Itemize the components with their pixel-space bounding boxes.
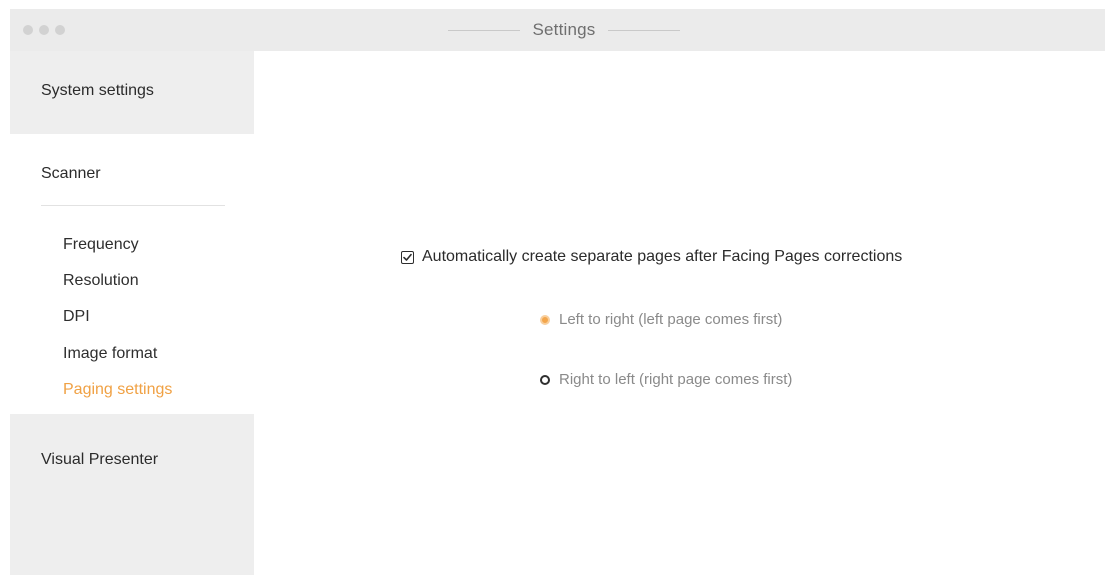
sidebar-item-image-format[interactable]: Image format xyxy=(63,345,157,363)
minimize-window-button[interactable] xyxy=(39,25,49,35)
auto-separate-pages-checkbox[interactable] xyxy=(401,250,414,264)
radio-right-to-left-label: Right to left (right page comes first) xyxy=(559,371,793,388)
paging-settings-panel: Automatically create separate pages afte… xyxy=(254,51,1105,575)
title-divider-left xyxy=(448,29,521,31)
sidebar-item-visual-presenter[interactable]: Visual Presenter xyxy=(41,451,158,469)
settings-window: Settings System settings Scanner Frequen… xyxy=(10,9,1105,575)
sidebar-item-system-settings[interactable]: System settings xyxy=(41,82,154,100)
sidebar-item-dpi[interactable]: DPI xyxy=(63,308,90,326)
auto-separate-pages-option[interactable]: Automatically create separate pages afte… xyxy=(401,248,902,266)
sidebar-item-paging-settings[interactable]: Paging settings xyxy=(63,381,172,399)
radio-option-right-to-left[interactable]: Right to left (right page comes first) xyxy=(540,371,792,388)
title-divider-right xyxy=(607,29,680,31)
sidebar-item-frequency[interactable]: Frequency xyxy=(63,236,139,254)
sidebar-group-scanner: Scanner Frequency Resolution DPI Image f… xyxy=(10,134,254,414)
scanner-divider xyxy=(41,205,225,206)
sidebar-group-visual-presenter[interactable]: Visual Presenter xyxy=(10,414,254,575)
title-bar: Settings xyxy=(10,9,1105,51)
radio-option-left-to-right[interactable]: Left to right (left page comes first) xyxy=(540,311,782,328)
zoom-window-button[interactable] xyxy=(55,25,65,35)
radio-left-to-right-label: Left to right (left page comes first) xyxy=(559,311,783,328)
close-window-button[interactable] xyxy=(23,25,33,35)
radio-left-to-right[interactable] xyxy=(540,314,550,325)
settings-sidebar: System settings Scanner Frequency Resolu… xyxy=(10,51,254,575)
sidebar-group-system-settings[interactable]: System settings xyxy=(10,51,254,134)
checkmark-icon xyxy=(403,253,412,261)
sidebar-item-resolution[interactable]: Resolution xyxy=(63,272,139,290)
radio-right-to-left[interactable] xyxy=(540,374,550,385)
sidebar-item-scanner[interactable]: Scanner xyxy=(41,165,101,183)
auto-separate-pages-label: Automatically create separate pages afte… xyxy=(422,248,903,265)
window-title-group: Settings xyxy=(434,9,694,51)
window-title: Settings xyxy=(532,20,596,39)
